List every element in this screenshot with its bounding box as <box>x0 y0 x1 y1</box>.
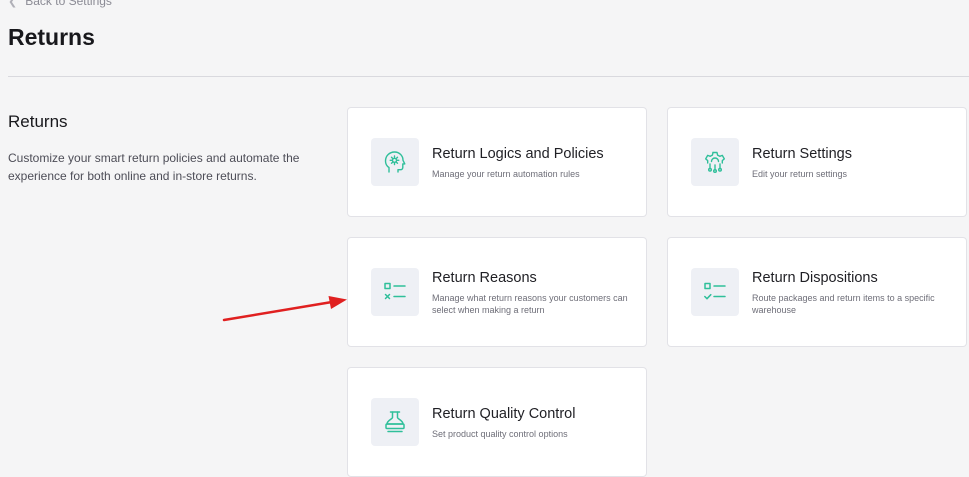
card-icon-box <box>371 398 419 446</box>
card-description: Set product quality control options <box>432 429 568 439</box>
card-title: Return Reasons <box>432 270 537 286</box>
card-description: Route packages and return items to a spe… <box>752 293 935 315</box>
card-return-quality-control[interactable]: Return Quality Control Set product quali… <box>347 367 647 477</box>
header-divider <box>8 76 969 77</box>
card-title: Return Settings <box>752 146 852 162</box>
card-description: Edit your return settings <box>752 169 848 179</box>
check-list-icon <box>704 282 726 300</box>
card-icon-box <box>691 138 739 186</box>
card-description: Manage your return automation rules <box>432 169 580 179</box>
card-return-settings[interactable]: Return Settings Edit your return setting… <box>667 107 967 217</box>
page-title: Returns <box>8 24 95 50</box>
card-title: Return Dispositions <box>752 270 878 286</box>
card-return-dispositions[interactable]: Return Dispositions Route packages and r… <box>667 237 967 347</box>
card-return-logics-and-policies[interactable]: Return Logics and Policies Manage your r… <box>347 107 647 217</box>
card-title: Return Quality Control <box>432 406 576 422</box>
card-icon-box <box>371 268 419 316</box>
back-to-settings-link[interactable]: ❮ Back to Settings <box>8 0 112 8</box>
card-icon-box <box>691 268 739 316</box>
stamp-icon <box>385 411 405 433</box>
gear-icon <box>705 151 725 174</box>
back-to-settings-label: Back to Settings <box>25 0 112 8</box>
checklist-icon <box>384 282 406 300</box>
annotation-arrow <box>222 296 347 322</box>
card-return-reasons[interactable]: Return Reasons Manage what return reason… <box>347 237 647 347</box>
section-title: Returns <box>8 112 68 131</box>
card-description: Manage what return reasons your customer… <box>432 293 628 315</box>
section-description: Customize your smart return policies and… <box>8 151 300 183</box>
card-title: Return Logics and Policies <box>432 146 604 162</box>
chevron-left-icon: ❮ <box>8 0 18 8</box>
card-icon-box <box>371 138 419 186</box>
brain-gear-icon <box>384 151 406 173</box>
